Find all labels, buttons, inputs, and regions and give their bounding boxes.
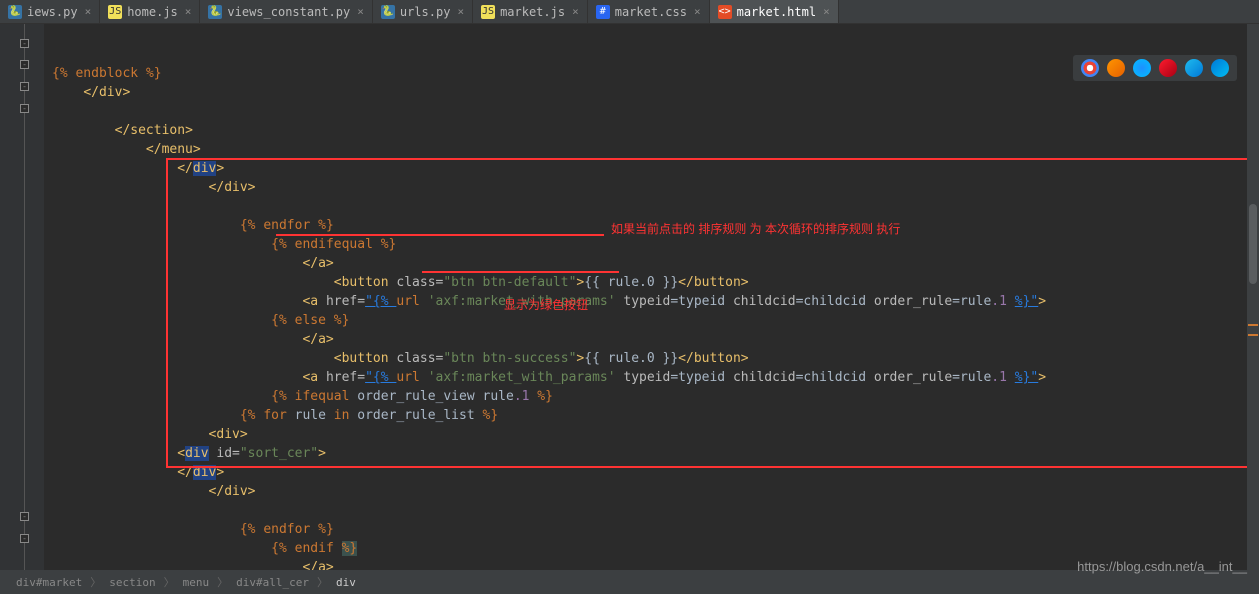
close-icon[interactable]: × (572, 5, 579, 18)
tab-label: iews.py (27, 5, 78, 19)
chevron-right-icon: 〉 (313, 574, 332, 590)
edge-icon[interactable] (1211, 59, 1229, 77)
close-icon[interactable]: × (185, 5, 192, 18)
code-content[interactable]: {% endblock %} </div> </section> </menu>… (44, 24, 1259, 570)
close-icon[interactable]: × (823, 5, 830, 18)
fold-marker[interactable]: - (20, 512, 29, 521)
fold-marker[interactable]: - (20, 60, 29, 69)
code-line[interactable]: </div> (52, 83, 1259, 102)
close-icon[interactable]: × (85, 5, 92, 18)
py-file-icon: 🐍 (8, 5, 22, 19)
code-line[interactable]: {% endfor %} (52, 520, 1259, 539)
code-line[interactable]: </div> (52, 482, 1259, 501)
code-line[interactable]: {% endif %} (52, 539, 1259, 558)
close-icon[interactable]: × (457, 5, 464, 18)
chrome-icon[interactable] (1081, 59, 1099, 77)
code-line[interactable] (52, 102, 1259, 121)
opera-icon[interactable] (1159, 59, 1177, 77)
code-line[interactable]: {% ifequal order_rule_view rule.1 %} (52, 387, 1259, 406)
code-line[interactable]: </menu> (52, 140, 1259, 159)
code-line[interactable]: {% else %} (52, 311, 1259, 330)
tab-home-js[interactable]: JS home.js × (100, 0, 200, 23)
fold-marker[interactable]: - (20, 534, 29, 543)
html-file-icon: <> (718, 5, 732, 19)
firefox-icon[interactable] (1107, 59, 1125, 77)
tab-market-html[interactable]: <> market.html × (710, 0, 839, 23)
code-line[interactable]: <a href="{% url 'axf:market_with_params'… (52, 292, 1259, 311)
tab-label: market.html (737, 5, 816, 19)
code-line[interactable]: </div> (52, 178, 1259, 197)
js-file-icon: JS (108, 5, 122, 19)
code-line[interactable]: <div> (52, 425, 1259, 444)
fold-marker[interactable]: - (20, 39, 29, 48)
js-file-icon: JS (481, 5, 495, 19)
annotation-text-1: 如果当前点击的 排序规则 为 本次循环的排序规则 执行 (611, 220, 900, 239)
code-line[interactable]: </div> (52, 463, 1259, 482)
tab-iews-py[interactable]: 🐍 iews.py × (0, 0, 100, 23)
tab-label: home.js (127, 5, 178, 19)
editor-area: - - - - - - {% endblock %} </div> </section> … (0, 24, 1259, 570)
editor-tabs: 🐍 iews.py × JS home.js × 🐍 views_constant.py × 🐍 u… (0, 0, 1259, 24)
tab-label: urls.py (400, 5, 451, 19)
tab-market-css[interactable]: # market.css × (588, 0, 710, 23)
code-line[interactable]: </a> (52, 254, 1259, 273)
ie-icon[interactable] (1185, 59, 1203, 77)
gutter: - - - - - - (0, 24, 44, 570)
code-line[interactable]: <button class="btn btn-default">{{ rule.… (52, 273, 1259, 292)
code-line[interactable] (52, 197, 1259, 216)
py-file-icon: 🐍 (381, 5, 395, 19)
safari-icon[interactable] (1133, 59, 1151, 77)
fold-marker[interactable]: - (20, 82, 29, 91)
breadcrumb-segment[interactable]: section (105, 576, 159, 589)
breadcrumb[interactable]: div#market〉section〉menu〉div#all_cer〉div (0, 570, 1259, 594)
breadcrumb-segment[interactable]: div#market (12, 576, 86, 589)
tab-views_constant-py[interactable]: 🐍 views_constant.py × (200, 0, 372, 23)
scrollbar[interactable] (1247, 24, 1259, 570)
code-line[interactable]: <a href="{% url 'axf:market_with_params'… (52, 368, 1259, 387)
tab-label: views_constant.py (227, 5, 350, 19)
tab-market-js[interactable]: JS market.js × (473, 0, 588, 23)
tab-label: market.js (500, 5, 565, 19)
breadcrumb-segment[interactable]: menu (179, 576, 214, 589)
tab-label: market.css (615, 5, 687, 19)
browser-icons-toolbar (1073, 55, 1237, 81)
tab-urls-py[interactable]: 🐍 urls.py × (373, 0, 473, 23)
code-line[interactable]: </a> (52, 330, 1259, 349)
code-line[interactable]: <div id="sort_cer"> (52, 444, 1259, 463)
code-line[interactable] (52, 501, 1259, 520)
py-file-icon: 🐍 (208, 5, 222, 19)
breadcrumb-segment[interactable]: div (332, 576, 360, 589)
close-icon[interactable]: × (694, 5, 701, 18)
chevron-right-icon: 〉 (213, 574, 232, 590)
chevron-right-icon: 〉 (86, 574, 105, 590)
code-line[interactable]: </section> (52, 121, 1259, 140)
code-line[interactable]: {% for rule in order_rule_list %} (52, 406, 1259, 425)
chevron-right-icon: 〉 (160, 574, 179, 590)
breadcrumb-segment[interactable]: div#all_cer (232, 576, 313, 589)
css-file-icon: # (596, 5, 610, 19)
annotation-text-2: 显示为绿色按钮 (504, 296, 588, 315)
code-line[interactable]: <button class="btn btn-success">{{ rule.… (52, 349, 1259, 368)
fold-marker[interactable]: - (20, 104, 29, 113)
watermark: https://blog.csdn.net/a__int__ (1077, 559, 1247, 574)
code-line[interactable]: </div> (52, 159, 1259, 178)
close-icon[interactable]: × (357, 5, 364, 18)
